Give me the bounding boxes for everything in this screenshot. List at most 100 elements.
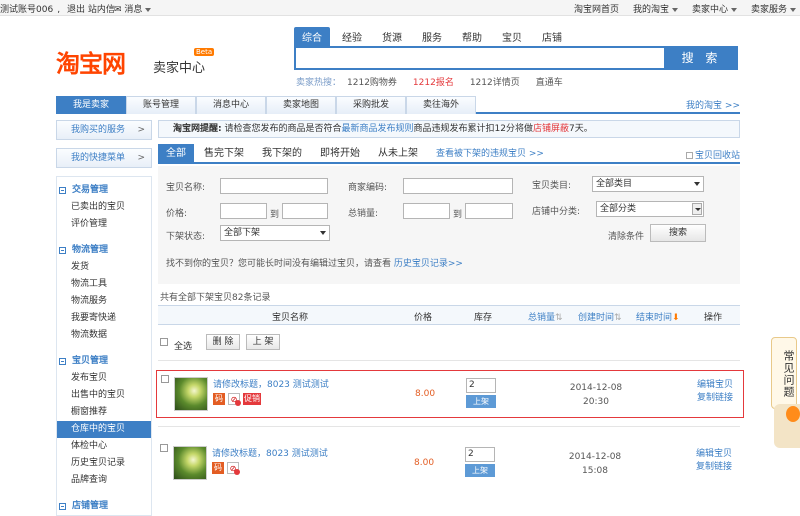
row-checkbox[interactable]: [160, 444, 168, 452]
nav-seller-map[interactable]: 卖家地图: [266, 96, 336, 114]
item-name-input[interactable]: [220, 178, 328, 194]
tab-upcoming[interactable]: 即将开始: [320, 144, 360, 164]
shop-category-label: 店铺中分类:: [532, 207, 581, 217]
item-title-link[interactable]: 请修改标题，8023 测试测试: [213, 377, 329, 390]
sidebar-item-logistics-tools[interactable]: 物流工具: [57, 276, 151, 293]
item-title-link[interactable]: 请修改标题，8023 测试测试: [212, 446, 328, 459]
delete-button[interactable]: 删 除: [206, 334, 240, 350]
inbox-link[interactable]: 站内信: [88, 5, 115, 15]
nav-messages[interactable]: 消息中心: [196, 96, 266, 114]
tab-sold-out[interactable]: 售完下架: [204, 144, 244, 164]
rules-link[interactable]: 最新商品发布规则: [342, 124, 414, 134]
tab-all[interactable]: 全部: [158, 144, 194, 164]
forbidden-icon: ⊘: [227, 462, 240, 475]
recycle-bin-link[interactable]: 宝贝回收站: [685, 148, 740, 161]
my-taobao-link[interactable]: 我的淘宝 >>: [686, 98, 740, 111]
edit-item-link[interactable]: 编辑宝贝: [696, 449, 732, 459]
price-min-input[interactable]: [220, 203, 267, 219]
merchant-code-input[interactable]: [403, 178, 513, 194]
copy-link[interactable]: 复制链接: [697, 393, 733, 403]
sidebar-shortcut-menu[interactable]: 我的快捷菜单 >: [56, 148, 152, 168]
item-thumbnail[interactable]: [174, 377, 208, 411]
beta-badge: Beta: [194, 48, 215, 56]
col-item-name: 宝贝名称: [272, 313, 309, 323]
search-tab-service[interactable]: 服务: [414, 27, 450, 46]
sidebar-item-reviews[interactable]: 评价管理: [57, 216, 151, 233]
tab-delisted-by-me[interactable]: 我下架的: [262, 144, 302, 164]
messages-menu[interactable]: ✉ 消息: [114, 2, 152, 15]
search-tab-general[interactable]: 综合: [294, 27, 330, 46]
sidebar-item-warehouse[interactable]: 仓库中的宝贝: [57, 421, 151, 438]
forbidden-icon: ⊘: [228, 393, 241, 406]
sidebar-item-sold[interactable]: 已卖出的宝贝: [57, 199, 151, 216]
nav-account[interactable]: 账号管理: [126, 96, 196, 114]
hot-search-link[interactable]: 1212报名: [413, 75, 454, 88]
shop-category-select[interactable]: 全部分类: [596, 201, 704, 217]
stock-input[interactable]: 2: [466, 378, 496, 393]
sales-min-input[interactable]: [403, 203, 450, 219]
col-created-sort[interactable]: 创建时间⇅: [578, 310, 622, 323]
category-label: 宝贝类目:: [532, 181, 572, 191]
category-select[interactable]: 全部类目: [592, 176, 704, 192]
sidebar-item-send-express[interactable]: 我要寄快递: [57, 310, 151, 327]
notice-label: 淘宝网提醒:: [173, 124, 222, 134]
nav-wholesale[interactable]: 采购批发: [336, 96, 406, 114]
hot-search-link[interactable]: 直通车: [536, 75, 563, 88]
code-icon: 码: [213, 393, 225, 405]
faq-widget[interactable]: 常见问题: [771, 337, 797, 409]
seller-service-menu[interactable]: 卖家服务: [751, 2, 796, 15]
row-checkbox[interactable]: [161, 375, 169, 383]
hot-search-link[interactable]: 1212购物券: [347, 75, 397, 88]
search-tab-supply[interactable]: 货源: [374, 27, 410, 46]
violations-link[interactable]: 查看被下架的违规宝贝 >>: [436, 144, 544, 164]
sidebar-item-brand[interactable]: 品牌查询: [57, 472, 151, 489]
history-records-link[interactable]: 历史宝贝记录>>: [394, 259, 463, 269]
row-shelve-button[interactable]: 上架: [465, 464, 495, 477]
search-input[interactable]: [294, 46, 666, 70]
taobao-home-link[interactable]: 淘宝网首页: [574, 2, 619, 15]
shelve-button[interactable]: 上 架: [246, 334, 280, 350]
copy-link[interactable]: 复制链接: [696, 462, 732, 472]
item-thumbnail[interactable]: [173, 446, 207, 480]
nav-overseas[interactable]: 卖往海外: [406, 96, 476, 114]
price-max-input[interactable]: [282, 203, 328, 219]
sidebar-item-logistics-data[interactable]: 物流数据: [57, 327, 151, 344]
sidebar-item-on-sale[interactable]: 出售中的宝贝: [57, 387, 151, 404]
col-ended-sort[interactable]: 结束时间⬇: [636, 310, 680, 323]
sidebar-bought-services[interactable]: 我购买的服务 >: [56, 120, 152, 140]
promotion-badge: 促销: [243, 393, 261, 405]
sidebar-item-checkup[interactable]: 体检中心: [57, 438, 151, 455]
sidebar-group-items[interactable]: 宝贝管理: [57, 352, 151, 370]
my-taobao-menu[interactable]: 我的淘宝: [633, 2, 678, 15]
col-ops: 操作: [704, 313, 723, 323]
search-tab-experience[interactable]: 经验: [334, 27, 370, 46]
stock-input[interactable]: 2: [465, 447, 495, 462]
delist-status-select[interactable]: 全部下架: [220, 225, 330, 241]
sidebar-item-showcase[interactable]: 橱窗推荐: [57, 404, 151, 421]
sidebar-item-publish[interactable]: 发布宝贝: [57, 370, 151, 387]
search-tab-item[interactable]: 宝贝: [494, 27, 530, 46]
col-sales-sort[interactable]: 总销量⇅: [528, 310, 563, 323]
notice-text: 请检查您发布的商品是否符合: [224, 124, 342, 134]
seller-center-menu[interactable]: 卖家中心: [692, 2, 737, 15]
search-button[interactable]: 搜 索: [665, 46, 738, 70]
clear-filters-link[interactable]: 清除条件: [608, 229, 644, 242]
sidebar-item-logistics-service[interactable]: 物流服务: [57, 293, 151, 310]
search-tab-help[interactable]: 帮助: [454, 27, 490, 46]
nav-i-am-seller[interactable]: 我是卖家: [56, 96, 126, 114]
taobao-logo[interactable]: 淘宝网: [56, 44, 126, 79]
edit-item-link[interactable]: 编辑宝贝: [697, 380, 733, 390]
sidebar-item-history[interactable]: 历史宝贝记录: [57, 455, 151, 472]
sales-max-input[interactable]: [465, 203, 513, 219]
notice-penalty: 店铺屏蔽: [532, 124, 569, 134]
filter-search-button[interactable]: 搜索: [650, 224, 706, 242]
select-all-checkbox[interactable]: [160, 338, 168, 346]
tab-never-listed[interactable]: 从未上架: [378, 144, 418, 164]
row-shelve-button[interactable]: 上架: [466, 395, 496, 408]
hot-search-link[interactable]: 1212详情页: [470, 75, 520, 88]
sidebar-item-ship[interactable]: 发货: [57, 259, 151, 276]
sidebar-group-logistics[interactable]: 物流管理: [57, 241, 151, 259]
search-tab-shop[interactable]: 店铺: [534, 27, 570, 46]
logout-link[interactable]: 退出: [67, 5, 85, 15]
sidebar-group-trade[interactable]: 交易管理: [57, 181, 151, 199]
